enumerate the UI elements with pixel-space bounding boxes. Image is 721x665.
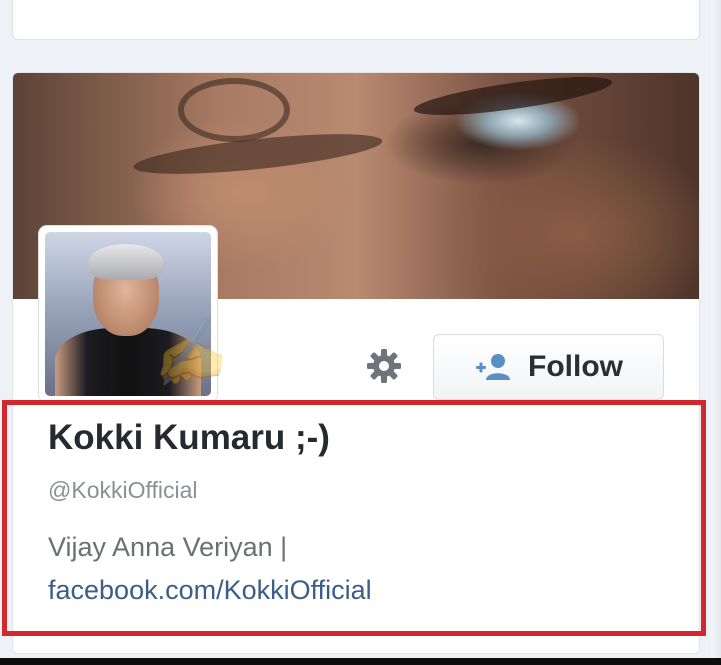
gear-icon [367,349,401,383]
follow-label: Follow [528,350,623,383]
page-edge [711,0,721,665]
profile-handle[interactable]: @KokkiOfficial [48,477,197,504]
follow-button[interactable]: Follow [433,334,664,400]
add-user-icon [476,354,510,380]
settings-button[interactable] [355,340,413,392]
profile-bio: Vijay Anna Veriyan | [48,532,288,562]
profile-bio-link[interactable]: facebook.com/KokkiOfficial [48,575,372,606]
previous-card [12,0,700,40]
bottom-bar [0,658,721,665]
profile-name: Kokki Kumaru ;-) [48,418,330,457]
watermark: ✍ [144,313,231,395]
